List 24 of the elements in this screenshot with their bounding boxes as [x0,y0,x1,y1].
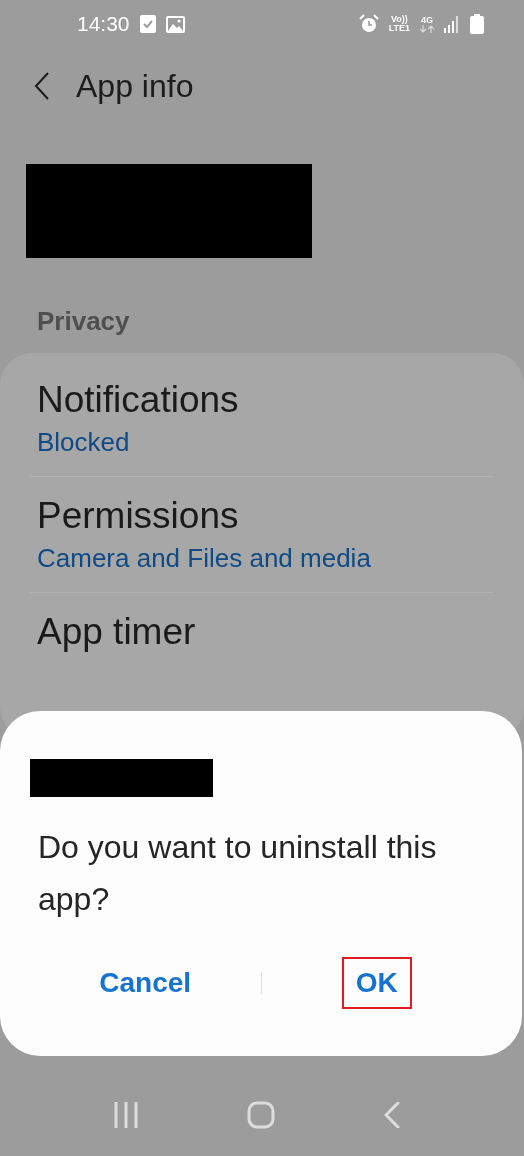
data-arrows-icon [420,24,434,33]
back-button[interactable] [32,70,52,102]
setting-value: Camera and Files and media [37,543,372,574]
image-icon [165,15,185,33]
setting-title[interactable]: Permissions [37,495,487,537]
signal-icon [444,15,460,33]
checklist-icon [139,15,156,33]
lte-label: LTE1 [388,24,410,33]
dialog-button[interactable]: OK [341,957,412,1009]
status-time: 14:30 [77,12,130,36]
network-label: 4G [421,15,433,25]
page-title: App info [76,67,194,105]
dialog-message: Do you want to uninstall this app? [38,828,438,919]
home-button[interactable] [245,1099,277,1131]
volte-label: Vo)) [390,15,408,24]
recent-apps-button[interactable] [112,1100,141,1130]
dialog-button[interactable]: Cancel [85,957,206,1009]
setting-title[interactable]: Notifications [37,379,487,421]
setting-value: Blocked [37,427,131,458]
section-heading: Privacy [37,306,131,337]
back-nav-button[interactable] [381,1100,402,1130]
alarm-icon [358,14,379,34]
battery-icon [470,14,484,34]
setting-title[interactable]: App timer [37,611,487,653]
